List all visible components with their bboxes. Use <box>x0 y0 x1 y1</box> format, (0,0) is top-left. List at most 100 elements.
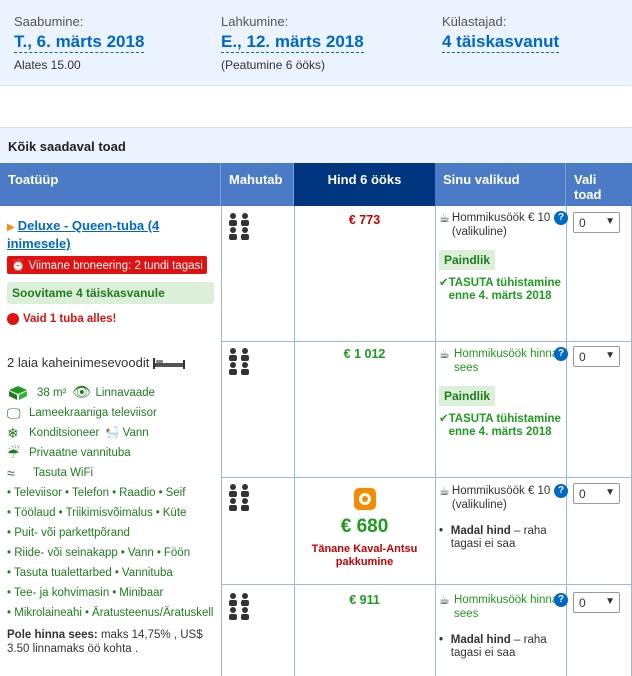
col-header-capacity: Mahutab <box>221 163 294 206</box>
amenity-item: Tasuta tualettarbed <box>14 567 112 579</box>
amenity-item: Raadio <box>119 487 156 499</box>
grid-line <box>566 206 567 676</box>
guests-link[interactable]: 4 täiskasvanut <box>442 32 560 53</box>
room-quantity-select[interactable]: 0 ▼ <box>573 483 620 504</box>
col-header-select: Vali toad <box>574 172 602 202</box>
amenity-item: Vann <box>127 547 154 559</box>
amenity-line: • Tasuta tualettarbed • Vannituba <box>7 567 173 579</box>
room-quantity-select[interactable]: 0 ▼ <box>573 592 620 613</box>
amenity-line: • Televiisor • Telefon • Raadio • Seif <box>7 487 186 499</box>
amenity-item: Seif <box>165 487 186 499</box>
breakfast-option: ☕ Hommikusöök € 10 (valikuline) <box>439 484 564 512</box>
price-value: € 911 <box>349 593 380 607</box>
amenity-item: Telefon <box>71 487 110 499</box>
deal-badge-icon <box>353 488 376 510</box>
amenity-item: Küte <box>162 507 187 519</box>
amenity-item: Televiisor <box>14 487 62 499</box>
wifi-icon: ≈ <box>7 465 15 481</box>
facility-wifi: ≈ Tasuta WiFi <box>7 466 221 480</box>
amenity-item: Föön <box>163 547 191 559</box>
eye-icon: 👁 <box>72 384 92 401</box>
amenity-item: Riide- või seinakapp <box>14 547 118 559</box>
room-name-link[interactable]: ▶ Deluxe - Queen-tuba (4 inimesele) <box>7 218 221 252</box>
room-size: 38 m² <box>37 387 67 399</box>
people-icon <box>229 593 249 620</box>
not-included-note: Pole hinna sees: maks 14,75% , US$ 3.50 … <box>7 628 221 656</box>
amenity-item: Triikimisvõimalus <box>65 507 153 519</box>
grid-line <box>435 206 436 676</box>
search-summary: Saabumine: T., 6. märts 2018 Alates 15.0… <box>0 0 632 86</box>
select-value: 0 <box>579 596 586 610</box>
amenity-item: Minibaar <box>119 587 164 599</box>
amenity-line: • Riide- või seinakapp • Vann • Föön <box>7 547 191 559</box>
free-cancellation: ✔ TASUTA tühistamine enne 4. märts 2018 <box>439 277 564 303</box>
bed-text: 2 laia kaheinimesevoodit <box>7 355 150 370</box>
facility-label: Konditsioneer <box>29 427 100 439</box>
coffee-cup-icon: ☕ <box>439 484 450 498</box>
non-refundable-note: • Madal hind – raha tagasi ei saa <box>439 634 564 660</box>
facility-ac-bath: ❄ Konditsioneer 🛀 Vann <box>7 426 221 440</box>
room-quantity-select[interactable]: 0 ▼ <box>573 346 620 367</box>
people-icon <box>229 348 249 375</box>
offer-choices: ☕ Hommikusöök hinna sees ? • Madal hind … <box>439 593 568 660</box>
snowflake-icon: ❄ <box>7 425 19 441</box>
breakfast-option: ☕ Hommikusöök € 10 (valikuline) <box>439 211 564 239</box>
occupancy-icon <box>228 593 252 621</box>
checkin-date-link[interactable]: T., 6. märts 2018 <box>14 32 145 53</box>
select-value: 0 <box>579 350 586 364</box>
grid-line <box>221 206 222 676</box>
last-booking-badge: ⏰ Viimane broneering: 2 tundi tagasi <box>7 256 207 274</box>
shower-icon: ☔ <box>7 445 20 461</box>
guests-block: Külastajad: 4 täiskasvanut <box>442 14 560 53</box>
price-value: € 773 <box>348 213 381 227</box>
deal-label: Tänane Kaval-Antsu pakkumine <box>311 543 418 568</box>
occupancy-icon <box>228 484 252 512</box>
select-value: 0 <box>579 216 586 230</box>
bed-icon <box>153 357 186 369</box>
deal-price-block: € 680 Tänane Kaval-Antsu pakkumine <box>294 488 435 569</box>
people-icon <box>229 213 249 240</box>
col-header-price: Hind 6 ööks <box>294 163 435 206</box>
section-title: Kõik saadaval toad <box>0 127 632 163</box>
alarm-clock-icon: ⏰ <box>11 260 26 272</box>
stay-length-note: (Peatumine 6 ööks) <box>221 58 326 72</box>
help-icon[interactable]: ? <box>554 484 568 498</box>
scarcity-notice: Vaid 1 tuba alles! <box>7 313 221 325</box>
grid-line <box>221 477 632 478</box>
offer-choices: ☕ Hommikusöök € 10 (valikuline) ? • Mada… <box>439 484 568 551</box>
bath-icon: 🛀 <box>105 427 120 439</box>
facility-size-view: 38 m² 👁 Linnavaade <box>7 384 221 401</box>
help-icon[interactable]: ? <box>554 593 568 607</box>
dropdown-arrow-icon: ▼ <box>605 216 615 227</box>
checkout-date-link[interactable]: E., 12. märts 2018 <box>221 32 364 53</box>
offer-choices: ☕ Hommikusöök € 10 (valikuline) ? Paindl… <box>439 211 568 303</box>
amenity-item: Tee- ja kohvimasin <box>14 587 110 599</box>
facility-bathroom: ☔ Privaatne vannituba <box>7 446 221 460</box>
alert-dot-icon <box>7 313 19 325</box>
amenity-item: Vannituba <box>121 567 173 579</box>
low-price-label: Madal hind <box>450 525 511 537</box>
help-icon[interactable]: ? <box>554 347 568 361</box>
breakfast-option: ☕ Hommikusöök hinna sees <box>439 593 564 621</box>
grid-line <box>221 341 632 342</box>
tv-icon: 🖵 <box>7 405 21 421</box>
facility-label: Vann <box>122 427 149 439</box>
caret-right-icon: ▶ <box>7 222 15 233</box>
col-header-room-type: Toatüüp <box>0 163 221 206</box>
check-icon: ✔ <box>439 277 449 289</box>
flexible-badge: Paindlik <box>439 386 496 406</box>
rooms-table-header: Toatüüp Mahutab Hind 6 ööks Sinu valikud… <box>0 163 632 206</box>
breakfast-text: Hommikusöök € 10 (valikuline) <box>451 212 551 238</box>
flexible-badge: Paindlik <box>439 250 496 270</box>
not-included-label: Pole hinna sees: <box>7 629 98 641</box>
help-icon[interactable]: ? <box>554 211 568 225</box>
room-name[interactable]: Deluxe - Queen-tuba (4 inimesele) <box>7 218 159 251</box>
facility-label: Lameekraaniga televiisor <box>29 407 157 419</box>
bullet-icon: • <box>439 525 444 537</box>
amenity-line: • Tee- ja kohvimasin • Minibaar <box>7 587 164 599</box>
facility-label: Tasuta WiFi <box>33 467 94 479</box>
offer-choices: ☕ Hommikusöök hinna sees ? Paindlik ✔ TA… <box>439 347 568 439</box>
checkin-block: Saabumine: T., 6. märts 2018 Alates 15.0… <box>14 14 145 72</box>
facility-label: Linnavaade <box>95 387 155 399</box>
room-quantity-select[interactable]: 0 ▼ <box>573 212 620 233</box>
